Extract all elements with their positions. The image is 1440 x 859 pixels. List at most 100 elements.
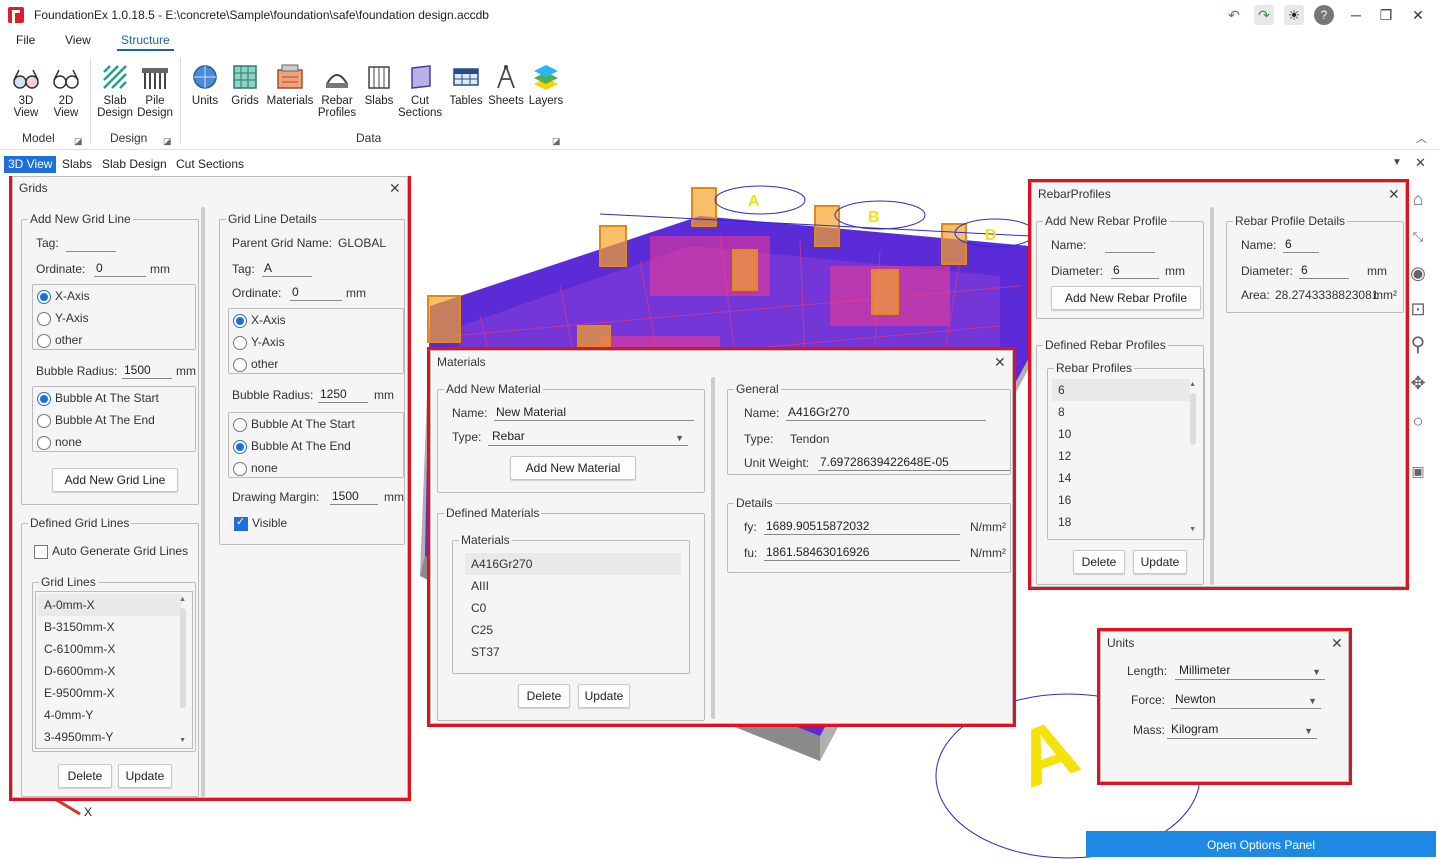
menu-structure[interactable]: Structure bbox=[117, 33, 174, 51]
grid-delete-button[interactable]: Delete bbox=[58, 764, 112, 788]
close-tab-icon[interactable]: ✕ bbox=[1415, 155, 1426, 171]
tab-3d-view[interactable]: 3D View bbox=[4, 156, 57, 173]
unit-weight-input[interactable]: 7.69728639422648E-05 bbox=[818, 455, 1010, 471]
grid-ordinate-input[interactable]: 0 bbox=[94, 261, 146, 277]
detail-tag-input[interactable]: A bbox=[262, 261, 312, 277]
grids-close-icon[interactable]: ✕ bbox=[389, 180, 401, 197]
tabs-dropdown-icon[interactable]: ▼ bbox=[1392, 157, 1402, 168]
radio-x-axis[interactable]: X-Axis bbox=[37, 289, 90, 304]
detail-radius-input[interactable]: 1250 bbox=[318, 387, 368, 403]
zoom-icon[interactable]: ⚲ bbox=[1407, 334, 1429, 356]
tab-slabs[interactable]: Slabs bbox=[58, 156, 96, 173]
grid-lines-list[interactable]: A-0mm-X B-3150mm-X C-6100mm-X D-6600mm-X… bbox=[35, 591, 193, 749]
materials-button[interactable]: Materials bbox=[266, 62, 314, 107]
material-delete-button[interactable]: Delete bbox=[518, 684, 570, 708]
view-3d-button[interactable]: 3D View bbox=[8, 62, 44, 119]
units-button[interactable]: Units bbox=[188, 62, 222, 107]
fu-input[interactable]: 1861.58463016926 bbox=[764, 545, 960, 561]
design-launcher-icon[interactable]: ◪ bbox=[163, 136, 172, 147]
rebar-name-input[interactable] bbox=[1105, 237, 1155, 253]
units-close-icon[interactable]: ✕ bbox=[1331, 635, 1343, 652]
tab-slab-design[interactable]: Slab Design bbox=[98, 156, 171, 173]
material-update-button[interactable]: Update bbox=[578, 684, 630, 708]
detail-rebar-name-input[interactable]: 6 bbox=[1283, 237, 1319, 253]
radio-y-axis[interactable]: Y-Axis bbox=[37, 311, 89, 326]
tab-cut-sections[interactable]: Cut Sections bbox=[172, 156, 248, 173]
close-window-button[interactable]: ✕ bbox=[1406, 5, 1430, 25]
zoom-window-icon[interactable]: ⊡ bbox=[1407, 298, 1429, 320]
redo-icon[interactable]: ↷ bbox=[1254, 5, 1274, 25]
list-item[interactable]: C25 bbox=[465, 619, 681, 641]
collapse-ribbon-icon[interactable]: ︿ bbox=[1416, 130, 1427, 146]
scroll-up-icon[interactable]: ▲ bbox=[1189, 381, 1196, 388]
detail-radio-bubble-end[interactable]: Bubble At The End bbox=[233, 439, 351, 454]
detail-radio-other[interactable]: other bbox=[233, 357, 278, 372]
grids-button[interactable]: Grids bbox=[228, 62, 262, 107]
grid-update-button[interactable]: Update bbox=[118, 764, 172, 788]
grids-panel-scrollbar[interactable] bbox=[201, 207, 205, 797]
drawing-margin-input[interactable]: 1500 bbox=[330, 489, 378, 505]
pile-design-button[interactable]: Pile Design bbox=[136, 62, 174, 119]
length-combo[interactable]: Millimeter ▼ bbox=[1175, 662, 1325, 680]
material-type-combo[interactable]: Rebar ▼ bbox=[488, 428, 688, 446]
list-scrollbar[interactable] bbox=[180, 608, 186, 708]
bubble-radius-input[interactable]: 1500 bbox=[122, 363, 172, 379]
open-options-panel-button[interactable]: Open Options Panel bbox=[1086, 831, 1436, 857]
pan-icon[interactable]: ✥ bbox=[1407, 372, 1429, 394]
detail-radio-x-axis[interactable]: X-Axis bbox=[233, 313, 286, 328]
grid-tag-input[interactable] bbox=[66, 236, 116, 252]
minimize-button[interactable]: ─ bbox=[1344, 5, 1368, 25]
list-item[interactable]: AIII bbox=[465, 575, 681, 597]
auto-generate-checkbox[interactable]: Auto Generate Grid Lines bbox=[34, 544, 188, 559]
list-item[interactable]: 3-4950mm-Y bbox=[38, 726, 182, 748]
radio-bubble-none[interactable]: none bbox=[37, 435, 82, 450]
list-item[interactable]: 10 bbox=[1052, 423, 1190, 445]
add-material-button[interactable]: Add New Material bbox=[510, 456, 636, 480]
add-grid-line-button[interactable]: Add New Grid Line bbox=[52, 468, 178, 492]
list-item[interactable]: B-3150mm-X bbox=[38, 616, 182, 638]
tables-button[interactable]: Tables bbox=[448, 62, 484, 107]
slab-design-button[interactable]: Slab Design bbox=[96, 62, 134, 119]
detail-radio-bubble-start[interactable]: Bubble At The Start bbox=[233, 417, 355, 432]
list-item[interactable]: 4-0mm-Y bbox=[38, 704, 182, 726]
data-launcher-icon[interactable]: ◪ bbox=[552, 136, 561, 147]
radio-other-axis[interactable]: other bbox=[37, 333, 82, 348]
list-item[interactable]: 14 bbox=[1052, 467, 1190, 489]
layers-button[interactable]: Layers bbox=[528, 62, 564, 107]
list-item[interactable]: ST37 bbox=[465, 641, 681, 663]
3d-viewport[interactable]: A B D A X ⌂ ⤡ ◉ ⊡ ⚲ ✥ ○ ▣ Grids ✕ Add Ne… bbox=[0, 176, 1440, 859]
list-item[interactable]: 8 bbox=[1052, 401, 1190, 423]
add-rebar-profile-button[interactable]: Add New Rebar Profile bbox=[1051, 286, 1201, 310]
list-item[interactable]: A416Gr270 bbox=[465, 553, 681, 575]
list-item[interactable]: 16 bbox=[1052, 489, 1190, 511]
rebar-update-button[interactable]: Update bbox=[1133, 550, 1187, 574]
rebar-close-icon[interactable]: ✕ bbox=[1388, 186, 1400, 203]
rebar-profiles-button[interactable]: Rebar Profiles bbox=[316, 62, 358, 119]
view-2d-button[interactable]: 2D View bbox=[48, 62, 84, 119]
detail-radio-y-axis[interactable]: Y-Axis bbox=[233, 335, 285, 350]
force-combo[interactable]: Newton ▼ bbox=[1171, 691, 1321, 709]
restore-button[interactable]: ❐ bbox=[1374, 5, 1398, 25]
list-item[interactable]: D-6600mm-X bbox=[38, 660, 182, 682]
sheets-button[interactable]: Sheets bbox=[488, 62, 524, 107]
scroll-up-icon[interactable]: ▲ bbox=[179, 596, 186, 603]
radio-bubble-start[interactable]: Bubble At The Start bbox=[37, 391, 159, 406]
fy-input[interactable]: 1689.90515872032 bbox=[764, 519, 960, 535]
material-name-input[interactable]: New Material bbox=[494, 405, 694, 421]
list-item[interactable]: C-6100mm-X bbox=[38, 638, 182, 660]
general-name-input[interactable]: A416Gr270 bbox=[786, 405, 986, 421]
list-item[interactable]: C0 bbox=[465, 597, 681, 619]
radio-bubble-end[interactable]: Bubble At The End bbox=[37, 413, 155, 428]
orbit-icon[interactable]: ◉ bbox=[1407, 262, 1429, 284]
menu-file[interactable]: File bbox=[12, 33, 39, 51]
list-item[interactable]: A-0mm-X bbox=[38, 594, 182, 616]
help-icon[interactable]: ? bbox=[1314, 5, 1334, 25]
materials-panel-scrollbar[interactable] bbox=[711, 377, 715, 719]
detail-rebar-dia-input[interactable]: 6 bbox=[1299, 263, 1349, 279]
rotate-icon[interactable]: ○ bbox=[1407, 410, 1429, 432]
camera-icon[interactable]: ▣ bbox=[1407, 460, 1429, 482]
list-item[interactable]: 6 bbox=[1052, 379, 1190, 401]
scroll-down-icon[interactable]: ▼ bbox=[179, 737, 186, 744]
list-item[interactable]: E-9500mm-X bbox=[38, 682, 182, 704]
home-view-icon[interactable]: ⌂ bbox=[1407, 188, 1429, 210]
